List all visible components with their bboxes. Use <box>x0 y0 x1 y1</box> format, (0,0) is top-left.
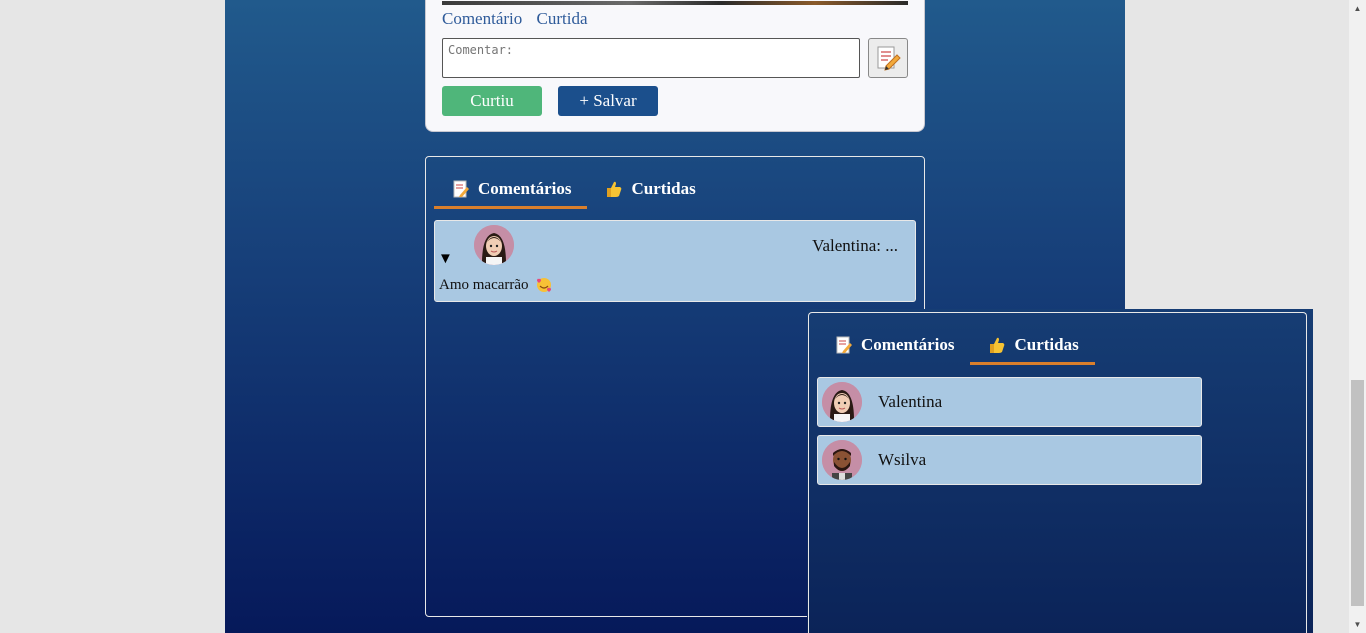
scroll-up-icon[interactable]: ▲ <box>1349 0 1366 17</box>
post-links: Comentário Curtida <box>442 9 598 29</box>
tab-likes[interactable]: Curtidas <box>587 171 711 209</box>
send-comment-button[interactable] <box>868 38 908 78</box>
like-item: Valentina <box>817 377 1202 427</box>
tab-likes-label: Curtidas <box>631 178 696 198</box>
comment-text: Amo macarrão <box>439 276 529 293</box>
comments-panel-tabs: Comentários Curtidas <box>434 171 712 209</box>
comment-input[interactable] <box>442 38 860 78</box>
like-user-name: Valentina <box>878 392 943 411</box>
memo-icon <box>453 180 469 197</box>
avatar <box>822 440 862 480</box>
tab-comments[interactable]: Comentários <box>817 327 970 365</box>
post-image <box>442 1 908 5</box>
comment-text-row: Amo macarrão <box>439 276 553 294</box>
save-button[interactable]: + Salvar <box>558 86 658 116</box>
tab-comments-label: Comentários <box>861 334 955 354</box>
like-user-name: Wsilva <box>878 450 927 469</box>
smiling-face-with-hearts-icon <box>536 278 551 292</box>
post-card: Comentário Curtida Curtiu + Salvar <box>425 0 925 132</box>
memo-icon <box>836 336 852 353</box>
thumbs-up-icon <box>990 337 1005 353</box>
tab-comments[interactable]: Comentários <box>434 171 588 209</box>
page-scrollbar[interactable]: ▲ ▼ <box>1349 0 1366 633</box>
thumbs-up-icon <box>607 181 622 197</box>
comment-link[interactable]: Comentário <box>442 9 522 28</box>
tab-likes[interactable]: Curtidas <box>970 327 1095 365</box>
expand-toggle[interactable]: ▼ <box>438 251 453 268</box>
like-item: Wsilva <box>817 435 1202 485</box>
scroll-down-icon[interactable]: ▼ <box>1349 616 1366 633</box>
tab-likes-label: Curtidas <box>1014 334 1079 354</box>
likes-panel: Comentários Curtidas Valentina Wsilva <box>808 312 1307 633</box>
like-link[interactable]: Curtida <box>537 9 588 28</box>
tab-comments-label: Comentários <box>478 178 572 198</box>
likes-panel-tabs: Comentários Curtidas <box>817 327 1095 365</box>
avatar <box>474 225 514 265</box>
comment-author: Valentina: ... <box>812 236 898 255</box>
avatar <box>822 382 862 422</box>
scrollbar-thumb[interactable] <box>1351 380 1364 606</box>
comment-item: ▼ Valentina: ... Amo macarrão <box>434 220 916 302</box>
liked-button[interactable]: Curtiu <box>442 86 542 116</box>
edit-note-icon <box>877 46 901 71</box>
